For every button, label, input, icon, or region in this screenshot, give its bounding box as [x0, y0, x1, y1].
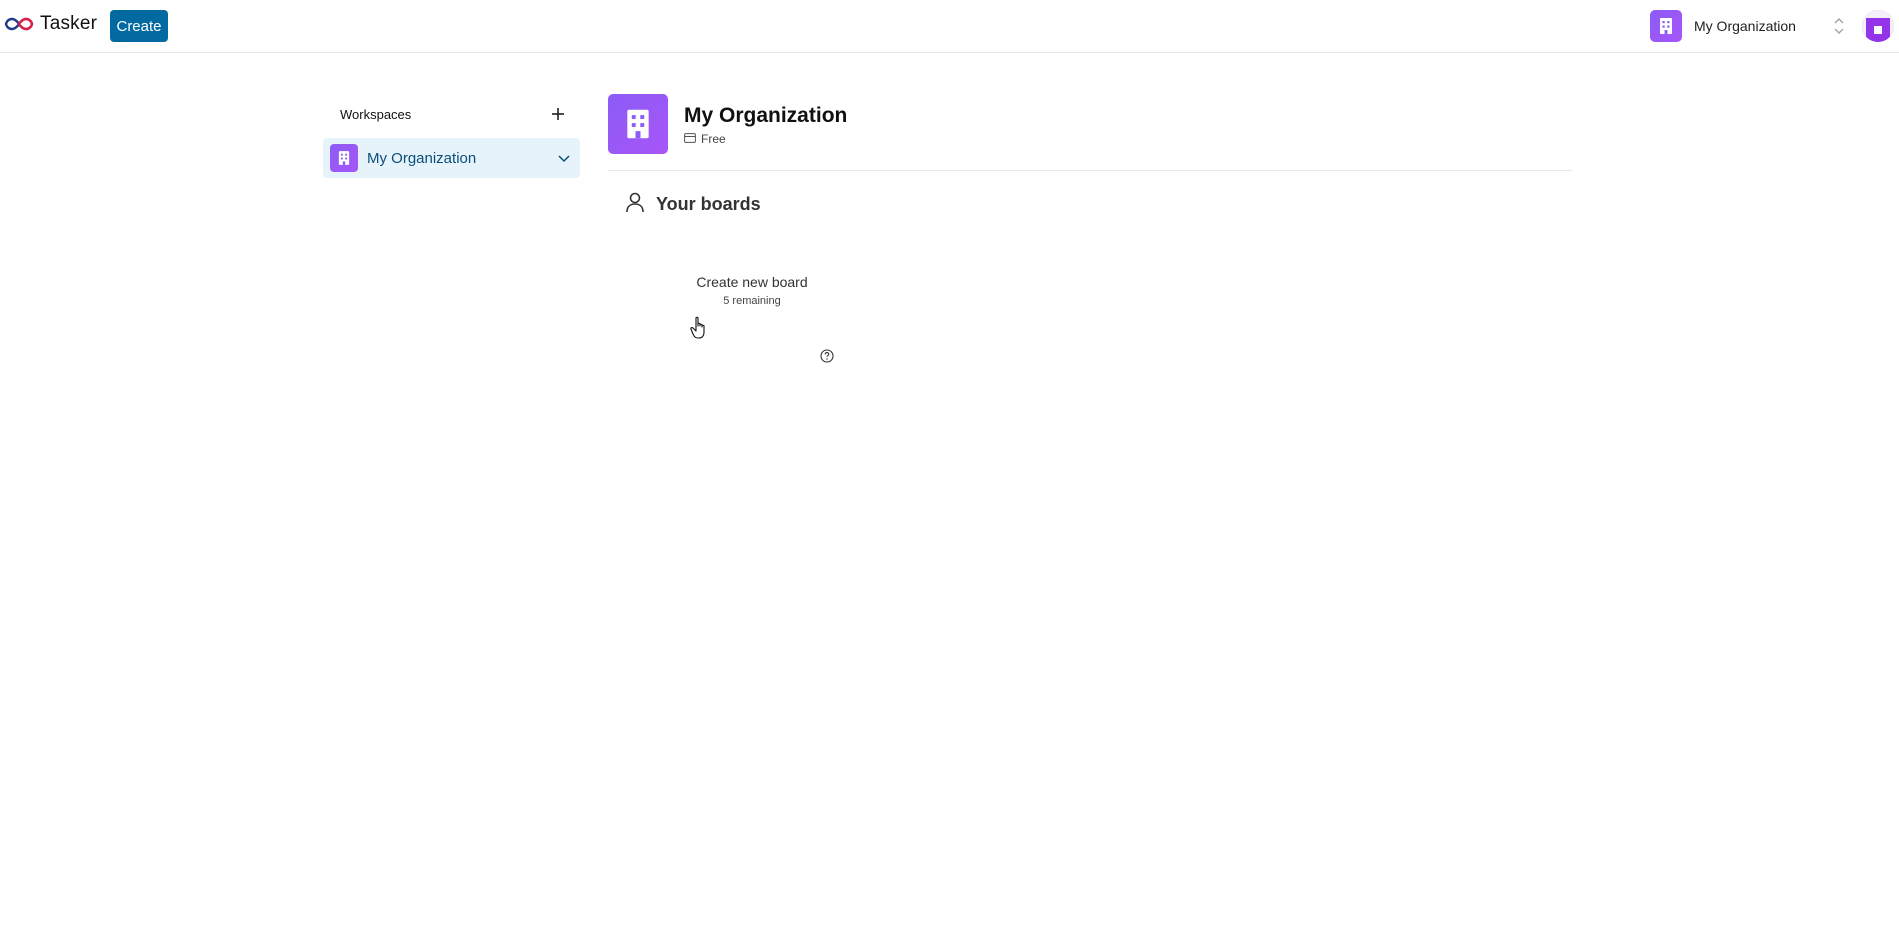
page-title: My Organization — [684, 104, 848, 127]
organization-switcher-label: My Organization — [1694, 18, 1796, 34]
top-navigation-bar: Tasker Create My Organization — [0, 0, 1899, 53]
boards-remaining: 5 remaining — [723, 295, 781, 307]
user-avatar-icon[interactable] — [1862, 10, 1894, 42]
help-circle-icon[interactable] — [820, 349, 834, 363]
sidebar-header: Workspaces — [323, 94, 580, 134]
chevron-down-icon[interactable] — [556, 150, 572, 166]
app-logo[interactable]: Tasker — [4, 12, 97, 36]
app-name: Tasker — [40, 13, 98, 34]
user-icon — [624, 191, 646, 218]
workspaces-sidebar: Workspaces My Organization — [323, 94, 580, 178]
create-board-label: Create new board — [696, 274, 808, 290]
organization-switcher[interactable]: My Organization — [1650, 9, 1850, 43]
sidebar-item-my-organization[interactable]: My Organization — [323, 138, 580, 178]
main-content: My Organization Free Your boards Create — [608, 94, 1572, 363]
infinity-logo-icon — [4, 16, 34, 32]
create-button[interactable]: Create — [110, 10, 168, 42]
section-title: Your boards — [656, 194, 761, 214]
workspaces-title: Workspaces — [340, 106, 412, 122]
organization-header: My Organization Free — [608, 94, 1572, 154]
plan-badge: Free — [684, 132, 847, 146]
credit-card-icon — [684, 132, 696, 146]
hand-pointer-cursor-icon — [690, 316, 708, 340]
building-icon — [330, 144, 358, 172]
building-icon — [608, 94, 668, 154]
divider — [608, 170, 1572, 171]
your-boards-heading: Your boards — [608, 191, 1572, 218]
plan-label: Free — [701, 132, 726, 146]
chevron-up-down-icon — [1832, 15, 1846, 37]
sidebar-item-label: My Organization — [367, 149, 477, 167]
building-icon — [1650, 10, 1682, 42]
organization-meta: My Organization Free — [684, 94, 847, 146]
plus-icon[interactable] — [548, 104, 568, 124]
